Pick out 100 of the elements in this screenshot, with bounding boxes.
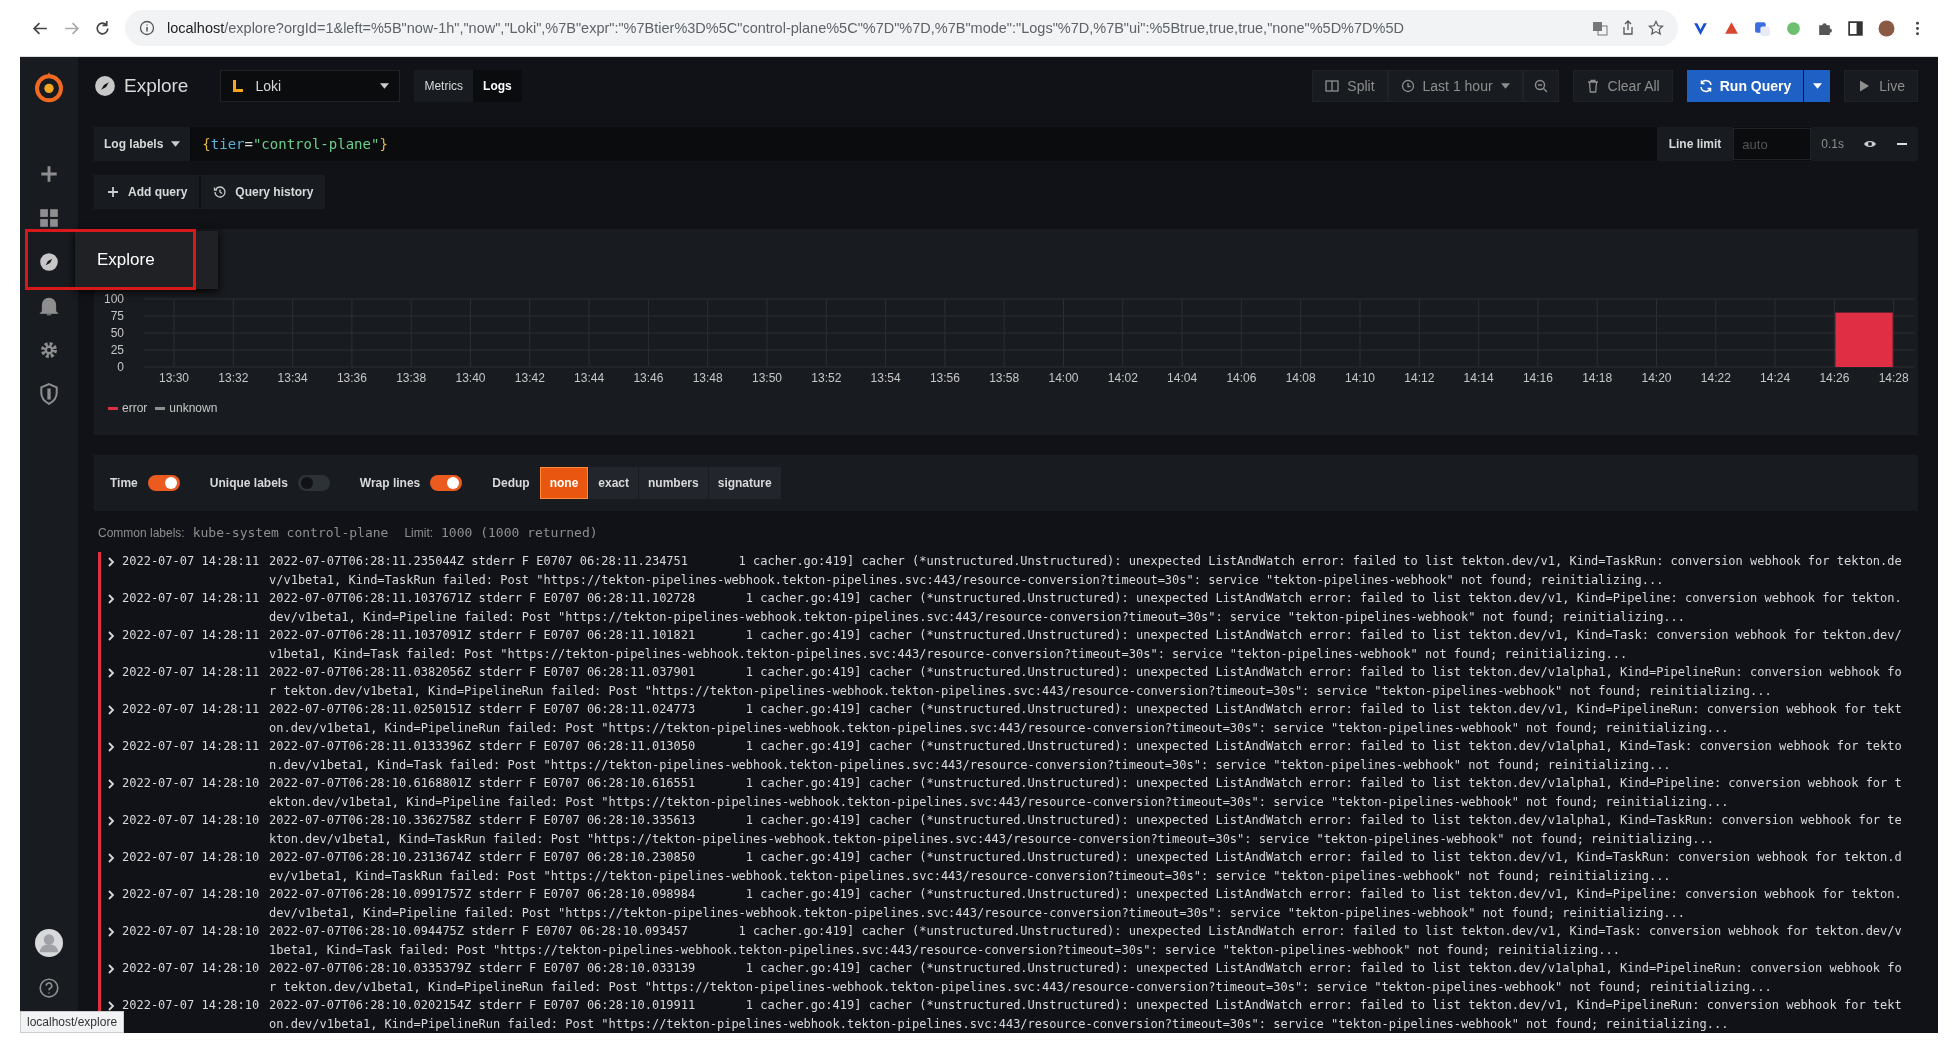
common-labels-label: Common labels: (98, 526, 185, 540)
log-time: 2022-07-07 14:28:11 (122, 627, 261, 644)
chevron-icon[interactable] (107, 704, 115, 716)
user-avatar-icon[interactable] (35, 929, 63, 957)
star-icon[interactable] (1648, 20, 1664, 36)
x-tick-label: 13:52 (811, 371, 842, 385)
chevron-icon[interactable] (107, 778, 115, 790)
dedup-option[interactable]: exact (589, 467, 638, 499)
share-icon[interactable] (1620, 20, 1636, 36)
bell-icon[interactable] (38, 295, 60, 317)
help-icon[interactable] (38, 977, 60, 999)
dedup-option[interactable]: signature (708, 467, 781, 499)
chevron-icon[interactable] (107, 815, 115, 827)
chevron-icon[interactable] (107, 667, 115, 679)
extension-icon[interactable] (1754, 19, 1771, 37)
plus-icon (106, 185, 120, 199)
caret-icon (380, 83, 390, 89)
log-time: 2022-07-07 14:28:10 (122, 886, 261, 903)
log-message: 2022-07-07T06:28:11.235044Z stderr F E0707 06:28:11.234751 1 cacher.go:419] cacher (*unstructured.Unstructured): unexpected ListAndWatch error: failed to list tekton.dev/v1, Kind=TaskRun: conversion webhook for tekton.dev/v1beta1, Kind=TaskRun failed: Post "https://tekton-pipelines-webhook.tekton-pipelines.svc:443/resource-conversion?timeout=30s": service "tekton-pipelines-webhook" not found; reinitializing... (269, 553, 1903, 589)
x-tick-label: 13:36 (336, 371, 367, 385)
time-range-picker[interactable]: Last 1 hour (1387, 70, 1523, 102)
split-button[interactable]: Split (1312, 70, 1388, 102)
x-tick-label: 14:22 (1700, 371, 1731, 385)
line-limit-field[interactable]: auto (1733, 128, 1812, 160)
chevron-icon[interactable] (107, 741, 115, 753)
log-message: 2022-07-07T06:28:10.0202154Z stderr F E0707 06:28:10.019911 1 cacher.go:419] cacher (*unstructured.Unstructured): unexpected ListAndWatch error: failed to list tekton.dev/v1, Kind=PipelineRun: conversion webhook for tekton.dev/v1beta1, Kind=PipelineRun failed: Post "https://tekton-pipelines-webhook.tekton-pipelines.svc:443/resource-conversion?timeout=30s": service "tekton-pipelines-webhook" not found; reinitializing... (269, 997, 1903, 1033)
dedup-label: Dedup (492, 476, 530, 490)
limit-label: Limit: (404, 526, 434, 540)
sidebar-icon[interactable] (1847, 19, 1864, 37)
chevron-icon[interactable] (107, 630, 115, 642)
toggle-switch[interactable] (297, 475, 330, 491)
avatar-icon[interactable] (1878, 19, 1895, 37)
x-tick-label: 14:04 (1167, 371, 1198, 385)
logo-icon[interactable] (33, 71, 65, 103)
query-field[interactable]: {tier="control-plane"} (190, 127, 1657, 161)
log-time: 2022-07-07 14:28:11 (122, 738, 261, 755)
x-tick-label: 13:58 (989, 371, 1020, 385)
x-tick-label: 13:56 (929, 371, 960, 385)
chevron-icon[interactable] (107, 556, 115, 568)
datasource-picker[interactable]: Loki (220, 70, 401, 102)
dashboards-icon[interactable] (38, 207, 60, 229)
chevron-icon[interactable] (107, 889, 115, 901)
x-tick-label: 13:38 (396, 371, 427, 385)
toggle-switch[interactable] (147, 475, 180, 491)
chevron-icon[interactable] (107, 593, 115, 605)
mode-tab[interactable]: Logs (473, 70, 522, 102)
explore-flyout[interactable]: Explore (75, 231, 218, 289)
trash-icon (1585, 79, 1600, 93)
status-url-tooltip: localhost/explore (20, 1011, 125, 1033)
y-tick-label: 75 (110, 309, 124, 323)
compass-icon[interactable] (38, 251, 60, 273)
caret-icon (171, 141, 181, 147)
gear-icon[interactable] (38, 339, 60, 361)
log-time: 2022-07-07 14:28:10 (122, 775, 261, 792)
x-tick-label: 14:26 (1819, 371, 1850, 385)
query-history-button[interactable]: Query history (201, 175, 326, 209)
y-tick-label: 50 (110, 326, 124, 340)
x-tick-label: 13:30 (159, 371, 189, 385)
add-query-button[interactable]: Add query (94, 175, 200, 209)
line-limit-label: Line limit (1656, 127, 1734, 161)
chevron-icon[interactable] (107, 963, 115, 975)
mode-tab[interactable]: Metrics (414, 70, 474, 102)
x-tick-label: 13:42 (514, 371, 545, 385)
chevron-icon[interactable] (107, 1000, 115, 1012)
run-query-button[interactable]: Run Query (1686, 70, 1804, 102)
x-tick-label: 14:00 (1048, 371, 1079, 385)
extension-icon[interactable] (1723, 19, 1740, 37)
log-time: 2022-07-07 14:28:10 (122, 960, 261, 977)
shield-icon[interactable] (38, 383, 60, 405)
log-time: 2022-07-07 14:28:10 (122, 812, 261, 829)
clear-all-button[interactable]: Clear All (1572, 70, 1673, 102)
info-icon[interactable] (139, 20, 155, 36)
run-options-button[interactable] (1804, 70, 1831, 102)
legend-label[interactable]: unknown (169, 401, 218, 415)
live-button[interactable]: Live (1844, 70, 1918, 102)
dedup-option[interactable]: none (539, 467, 589, 499)
x-tick-label: 14:20 (1641, 371, 1672, 385)
x-tick-label: 13:40 (455, 371, 486, 385)
toggle-switch[interactable] (430, 475, 463, 491)
log-message: 2022-07-07T06:28:10.2313674Z stderr F E0707 06:28:10.230850 1 cacher.go:419] cacher (*unstructured.Unstructured): unexpected ListAndWatch error: failed to list tekton.dev/v1, Kind=TaskRun: conversion webhook for tekton.dev/v1beta1, Kind=TaskRun failed: Post "https://tekton-pipelines-webhook.tekton-pipelines.svc:443/resource-conversion?timeout=30s": service "tekton-pipelines-webhook" not found; reinitializing... (269, 849, 1903, 885)
log-time: 2022-07-07 14:28:10 (122, 923, 261, 940)
bar (1835, 312, 1893, 367)
legend-label[interactable]: error (122, 401, 148, 415)
limit-value: 1000 (1000 returned) (441, 525, 598, 540)
chevron-icon[interactable] (107, 926, 115, 938)
clock-icon (1400, 79, 1415, 93)
y-tick-label: 0 (117, 360, 124, 374)
chevron-icon[interactable] (107, 852, 115, 864)
refresh-icon (1698, 79, 1713, 93)
log-message: 2022-07-07T06:28:11.1037091Z stderr F E0707 06:28:11.101821 1 cacher.go:419] cacher (*unstructured.Unstructured): unexpected ListAndWatch error: failed to list tekton.dev/v1, Kind=Task: conversion webhook for tekton.dev/v1beta1, Kind=Task failed: Post "https://tekton-pipelines-webhook.tekton-pipelines.svc:443/resource-conversion?timeout=30s": service "tekton-pipelines-webhook" not found; reinitializing... (269, 627, 1903, 663)
log-message: 2022-07-07T06:28:10.6168801Z stderr F E0707 06:28:10.616551 1 cacher.go:419] cacher (*unstructured.Unstructured): unexpected ListAndWatch error: failed to list tekton.dev/v1alpha1, Kind=Pipeline: conversion webhook for tekton.dev/v1beta1, Kind=Pipeline failed: Post "https://tekton-pipelines-webhook.tekton-pipelines.svc:443/resource-conversion?timeout=30s": service "tekton-pipelines-webhook" not found; reinitializing... (269, 775, 1903, 811)
caret-icon (1500, 83, 1510, 89)
plus-icon[interactable] (38, 163, 60, 185)
address-bar[interactable]: localhost/explore?orgId=1&left=%5B"now-1h","now","Loki",%7B"expr":"%7Btier%3D%5C"control-plane%5C"%7D"%7D,%7B"mode":"Logs"%7D,%7B"ui":%5Btrue,true,true,"none"%5D%7D%5D (125, 10, 1678, 46)
log-labels-button[interactable]: Log labels (94, 127, 191, 161)
reload-icon[interactable] (94, 19, 111, 37)
dedup-option[interactable]: numbers (639, 467, 708, 499)
zoom-out-button[interactable] (1522, 70, 1559, 102)
x-tick-label: 14:16 (1522, 371, 1553, 385)
x-tick-label: 13:54 (870, 371, 901, 385)
